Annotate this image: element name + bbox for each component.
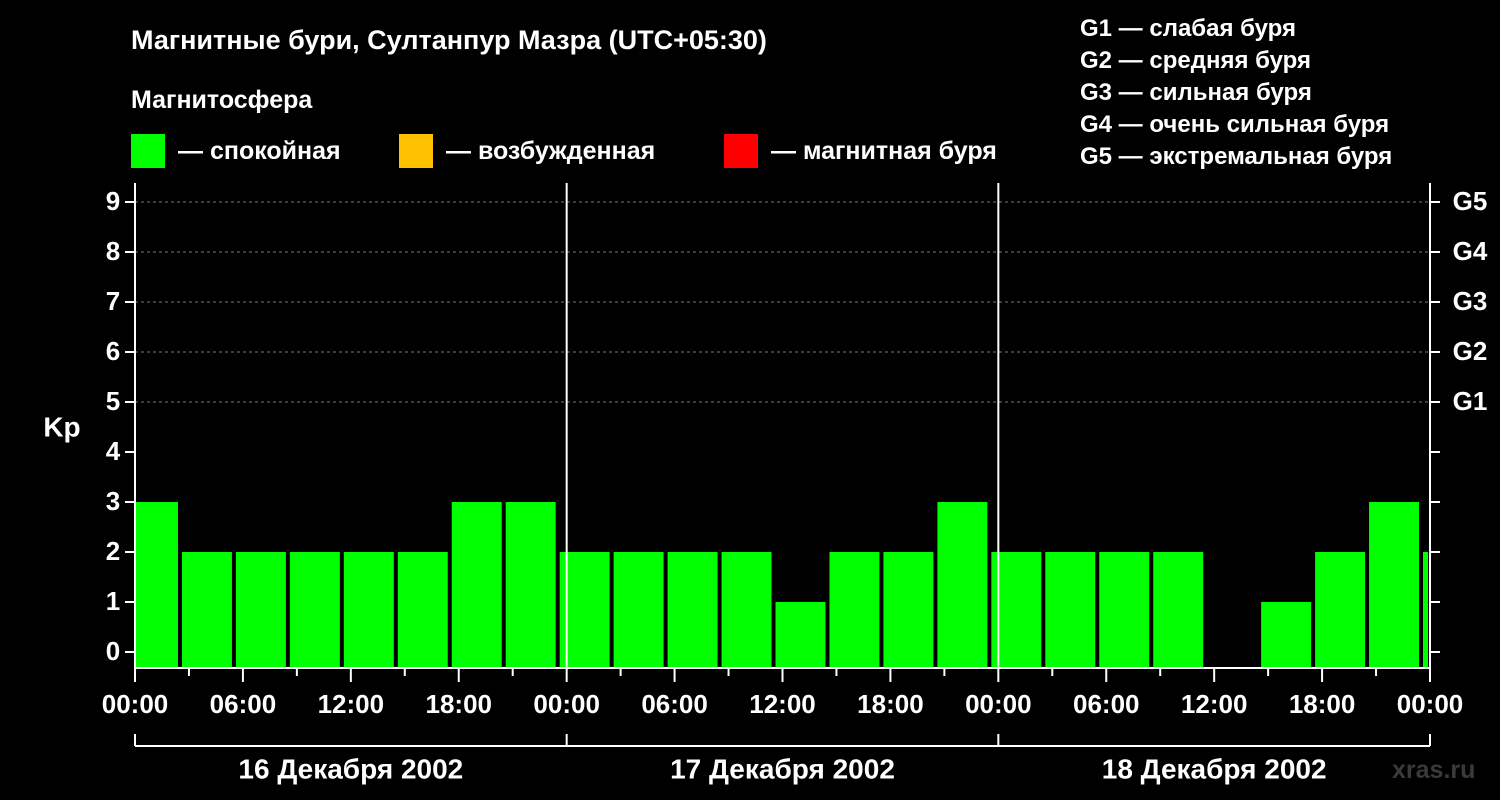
kp-bar — [613, 552, 664, 668]
day-label: 18 Декабря 2002 — [1102, 753, 1327, 784]
kp-bar — [883, 552, 934, 668]
y-tick-label: 9 — [106, 186, 120, 216]
storm-axis-label: G5 — [1453, 186, 1488, 216]
kp-bar-chart: 0 1 2 3 4 5 6 7 8 9 G1 G2 G3 G4 G5 Kp 00:00 06:00 12:00 18:… — [43, 183, 1488, 784]
kp-bar — [829, 552, 880, 668]
x-tick-label: 00:00 — [1397, 689, 1464, 719]
storm-axis-label: G4 — [1453, 236, 1488, 266]
y-axis-label: Kp — [43, 411, 80, 442]
kp-bar — [397, 552, 448, 668]
kp-bar — [235, 552, 286, 668]
storm-axis-label: G2 — [1453, 336, 1488, 366]
day-label: 16 Декабря 2002 — [238, 753, 463, 784]
x-tick-label: 12:00 — [749, 689, 816, 719]
y-tick-label: 1 — [106, 586, 120, 616]
x-tick-label: 18:00 — [426, 689, 493, 719]
kp-bar — [505, 502, 556, 668]
storm-axis-label: G1 — [1453, 386, 1488, 416]
storm-axis-label: G3 — [1453, 286, 1488, 316]
day-label: 17 Декабря 2002 — [670, 753, 895, 784]
kp-bar — [775, 602, 826, 668]
kp-bar — [1045, 552, 1096, 668]
x-tick-label: 00:00 — [533, 689, 600, 719]
y-tick-label: 4 — [106, 436, 121, 466]
x-tick-label: 06:00 — [210, 689, 277, 719]
kp-bar — [451, 502, 502, 668]
x-tick-label: 00:00 — [965, 689, 1032, 719]
kp-bar — [289, 552, 340, 668]
kp-bar — [667, 552, 718, 668]
kp-bar — [1369, 502, 1420, 668]
x-tick-label: 06:00 — [641, 689, 708, 719]
x-tick-label: 12:00 — [318, 689, 385, 719]
kp-bar — [721, 552, 772, 668]
kp-bar — [181, 552, 232, 668]
x-tick-label: 06:00 — [1073, 689, 1140, 719]
y-tick-label: 2 — [106, 536, 120, 566]
y-tick-label: 3 — [106, 486, 120, 516]
watermark: xras.ru — [1392, 756, 1476, 784]
x-tick-label: 00:00 — [102, 689, 169, 719]
kp-bar — [1261, 602, 1312, 668]
kp-bar — [1153, 552, 1204, 668]
y-tick-label: 6 — [106, 336, 120, 366]
kp-bar — [1099, 552, 1150, 668]
kp-bar — [1423, 552, 1428, 668]
y-tick-label: 7 — [106, 286, 120, 316]
kp-bar — [937, 502, 988, 668]
y-tick-label: 0 — [106, 636, 120, 666]
kp-bar — [343, 552, 394, 668]
y-tick-label: 5 — [106, 386, 120, 416]
x-tick-label: 18:00 — [857, 689, 924, 719]
x-tick-label: 18:00 — [1289, 689, 1356, 719]
x-tick-label: 12:00 — [1181, 689, 1248, 719]
y-tick-label: 8 — [106, 236, 120, 266]
kp-bar — [136, 502, 178, 668]
kp-bar — [1315, 552, 1366, 668]
